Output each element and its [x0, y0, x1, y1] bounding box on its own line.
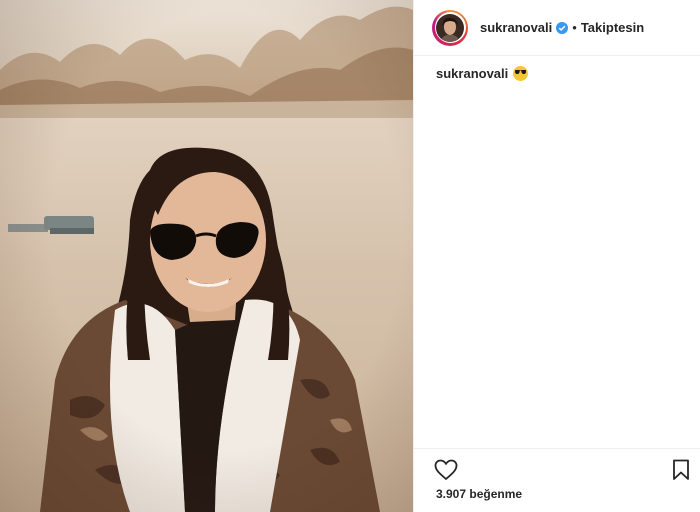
header-separator: •: [572, 20, 577, 35]
caption: sukranovali: [436, 66, 529, 81]
post-actions: [414, 448, 700, 486]
likes-count[interactable]: 3.907 beğenme: [436, 487, 522, 501]
post-side-panel: sukranovali • Takiptesin sukranovali 3.9…: [413, 0, 700, 512]
avatar-inner: [434, 12, 466, 43]
following-button[interactable]: Takiptesin: [581, 20, 644, 35]
post-header: sukranovali • Takiptesin: [414, 0, 700, 56]
photo-filter: [0, 0, 413, 512]
instagram-post: sukranovali • Takiptesin sukranovali 3.9…: [0, 0, 700, 512]
caption-username[interactable]: sukranovali: [436, 66, 508, 81]
sunglasses-emoji-icon: [513, 66, 529, 81]
post-photo[interactable]: [0, 0, 413, 512]
heart-icon[interactable]: [434, 459, 458, 481]
header-username[interactable]: sukranovali: [480, 20, 552, 35]
verified-badge-icon: [556, 21, 569, 34]
avatar[interactable]: [432, 9, 468, 46]
profile-photo: [436, 13, 464, 42]
bookmark-icon[interactable]: [672, 459, 690, 481]
